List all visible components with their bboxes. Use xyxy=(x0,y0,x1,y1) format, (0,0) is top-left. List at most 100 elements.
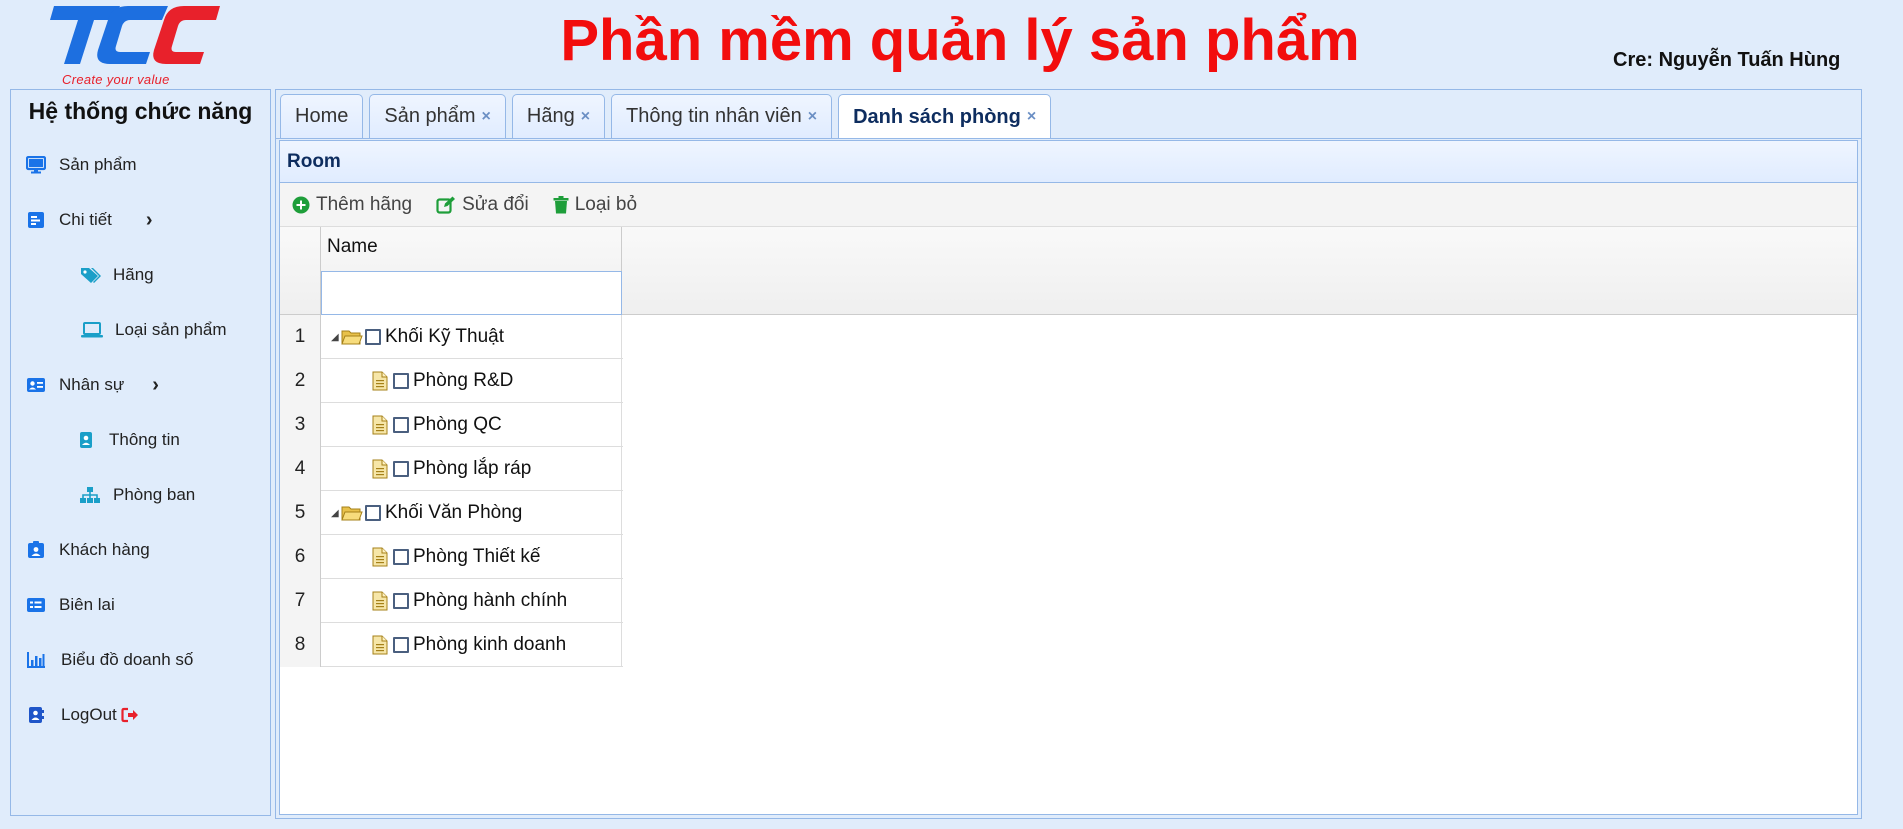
close-icon[interactable]: × xyxy=(482,108,491,126)
row-number: 2 xyxy=(280,359,321,403)
file-icon xyxy=(369,547,391,567)
table-row[interactable]: 7 Phòng hành chính xyxy=(280,579,623,623)
name-cell: Phòng QC xyxy=(321,403,622,447)
collapse-arrow-icon[interactable]: ◢ xyxy=(331,508,341,519)
sidebar-item-label: Thông tin xyxy=(109,430,180,449)
sidebar-item-khach-hang[interactable]: Khách hàng xyxy=(11,530,270,570)
row-checkbox[interactable] xyxy=(365,329,381,345)
sidebar-item-label: Nhân sự xyxy=(59,375,125,394)
row-number: 3 xyxy=(280,403,321,447)
name-cell: Phòng R&D xyxy=(321,359,622,403)
sidebar-item-label: Biểu đồ doanh số xyxy=(61,650,194,669)
sidebar-item-label: LogOut xyxy=(61,705,117,724)
sidebar-item-bieu-do-doanh-so[interactable]: Biểu đồ doanh số xyxy=(11,640,270,680)
sidebar-item-hang[interactable]: Hãng xyxy=(11,255,270,295)
row-checkbox[interactable] xyxy=(393,461,409,477)
sidebar: Hệ thống chức năng Sản phẩm Chi tiết › H… xyxy=(10,89,271,816)
table-row[interactable]: 8 Phòng kinh doanh xyxy=(280,623,623,667)
row-checkbox[interactable] xyxy=(393,373,409,389)
row-number: 1 xyxy=(280,315,321,359)
sidebar-item-logout[interactable]: LogOut xyxy=(11,695,270,735)
name-cell: Phòng kinh doanh xyxy=(321,623,622,667)
tab-home[interactable]: Home xyxy=(280,94,364,138)
name-cell: Phòng hành chính xyxy=(321,579,622,623)
sidebar-item-san-pham[interactable]: Sản phẩm xyxy=(11,145,270,185)
delete-button[interactable]: Loại bỏ xyxy=(553,194,637,216)
trash-icon xyxy=(553,195,569,214)
close-icon[interactable]: × xyxy=(581,108,590,126)
sidebar-item-bien-lai[interactable]: Biên lai xyxy=(11,585,270,625)
name-cell: Phòng lắp ráp xyxy=(321,447,622,491)
name-column-header[interactable]: Name xyxy=(321,227,622,315)
folder-icon xyxy=(341,327,363,347)
file-icon xyxy=(369,635,391,655)
main-content: Home Sản phẩm × Hãng × Thông tin nhân vi… xyxy=(275,89,1862,819)
table-row[interactable]: 1 ◢ Khối Kỹ Thuật xyxy=(280,315,623,359)
row-number: 4 xyxy=(280,447,321,491)
tab-label: Thông tin nhân viên xyxy=(626,105,802,127)
row-number: 7 xyxy=(280,579,321,623)
tab-divider xyxy=(276,138,1861,139)
grid-header: Name xyxy=(280,227,1857,315)
receipt-icon xyxy=(25,594,47,616)
close-icon[interactable]: × xyxy=(808,108,817,126)
sidebar-item-label: Phòng ban xyxy=(113,485,196,504)
node-name: Khối Văn Phòng xyxy=(385,502,523,523)
table-row[interactable]: 3 Phòng QC xyxy=(280,403,623,447)
delete-button-label: Loại bỏ xyxy=(574,193,638,215)
tags-icon xyxy=(79,264,101,286)
logo-tagline: Create your value xyxy=(62,72,170,87)
row-checkbox[interactable] xyxy=(393,637,409,653)
row-checkbox[interactable] xyxy=(393,593,409,609)
edit-icon xyxy=(436,196,456,214)
tab-label: Home xyxy=(295,105,349,127)
name-cell: Phòng Thiết kế xyxy=(321,535,622,579)
file-icon xyxy=(369,371,391,391)
monitor-icon xyxy=(25,154,47,176)
toolbar: Thêm hãng Sửa đổi Loại bỏ xyxy=(280,183,1857,227)
sidebar-item-nhan-su[interactable]: Nhân sự › xyxy=(11,365,270,405)
table-row[interactable]: 2 Phòng R&D xyxy=(280,359,623,403)
logo-mark-icon xyxy=(50,6,220,64)
name-cell: ◢ Khối Văn Phòng xyxy=(321,491,622,535)
folder-icon xyxy=(341,503,363,523)
name-filter-input[interactable] xyxy=(321,271,622,315)
close-icon[interactable]: × xyxy=(1027,108,1036,126)
author-credit: Cre: Nguyễn Tuấn Hùng xyxy=(1613,49,1841,71)
row-number: 6 xyxy=(280,535,321,579)
edit-button[interactable]: Sửa đổi xyxy=(436,194,529,216)
sign-out-icon xyxy=(121,707,139,723)
sidebar-item-phong-ban[interactable]: Phòng ban xyxy=(11,475,270,515)
add-button[interactable]: Thêm hãng xyxy=(292,194,412,216)
sidebar-title: Hệ thống chức năng xyxy=(28,98,253,124)
table-row[interactable]: 6 Phòng Thiết kế xyxy=(280,535,623,579)
row-number: 5 xyxy=(280,491,321,535)
node-name: Phòng Thiết kế xyxy=(413,546,541,567)
sidebar-item-label: Khách hàng xyxy=(59,540,150,559)
row-number-header xyxy=(280,227,321,315)
collapse-arrow-icon[interactable]: ◢ xyxy=(331,332,341,343)
table-row[interactable]: 4 Phòng lắp ráp xyxy=(280,447,623,491)
tab-hang[interactable]: Hãng × xyxy=(511,94,606,138)
sidebar-item-chi-tiet[interactable]: Chi tiết › xyxy=(11,200,270,240)
address-book-icon xyxy=(25,704,47,726)
row-checkbox[interactable] xyxy=(393,417,409,433)
row-checkbox[interactable] xyxy=(365,505,381,521)
name-cell: ◢ Khối Kỹ Thuật xyxy=(321,315,622,359)
detail-list-icon xyxy=(25,209,47,231)
node-name: Phòng lắp ráp xyxy=(413,458,532,479)
node-name: Khối Kỹ Thuật xyxy=(385,326,505,347)
page-title: Phần mềm quản lý sản phẩm xyxy=(560,8,1360,73)
tab-danh-sach-phong[interactable]: Danh sách phòng × xyxy=(838,94,1052,139)
row-checkbox[interactable] xyxy=(393,549,409,565)
table-row[interactable]: 5 ◢ Khối Văn Phòng xyxy=(280,491,623,535)
add-button-label: Thêm hãng xyxy=(316,193,413,215)
sidebar-item-loai-san-pham[interactable]: Loại sản phẩm xyxy=(11,310,270,350)
contact-card-icon xyxy=(25,539,47,561)
bar-chart-icon xyxy=(25,649,47,671)
tab-san-pham[interactable]: Sản phẩm × xyxy=(369,94,506,138)
tab-thong-tin-nhan-vien[interactable]: Thông tin nhân viên × xyxy=(611,94,833,138)
sidebar-item-thong-tin[interactable]: Thông tin xyxy=(11,420,270,460)
laptop-icon xyxy=(81,319,103,341)
tab-label: Hãng xyxy=(526,105,575,127)
